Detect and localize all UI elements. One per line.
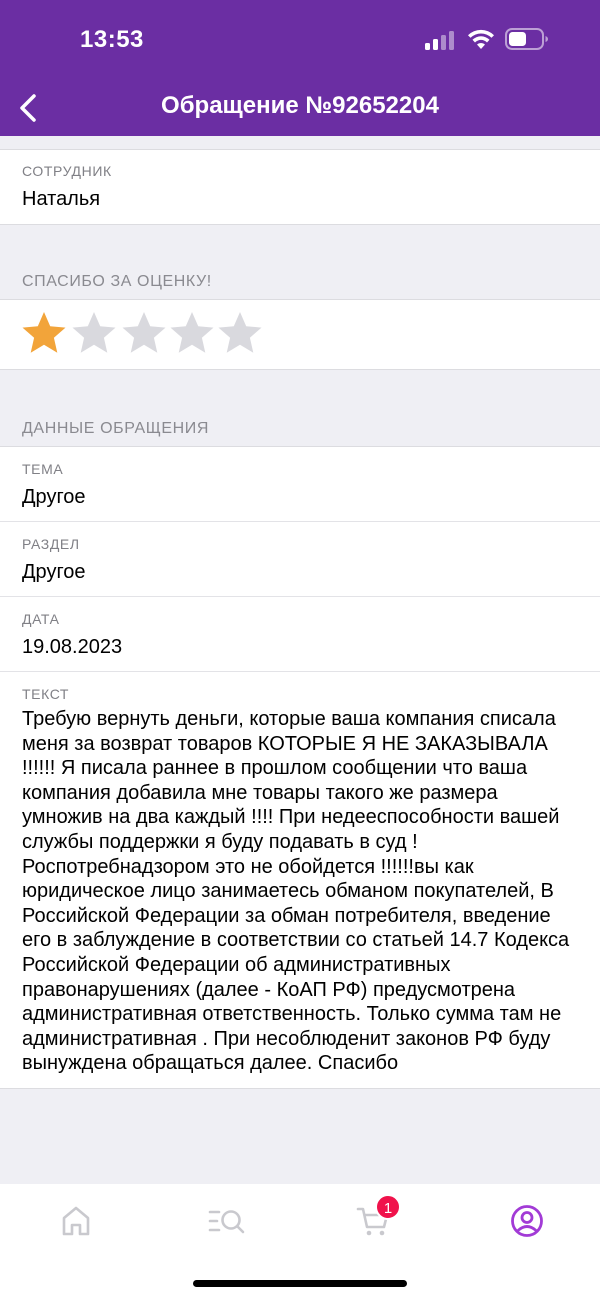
star-icon-2[interactable]	[70, 309, 118, 357]
date-value: 19.08.2023	[22, 636, 123, 658]
section-label: РАЗДЕЛ	[22, 536, 80, 552]
tab-profile[interactable]	[490, 1200, 560, 1270]
status-bar: 13:53	[0, 0, 600, 80]
star-icon-5[interactable]	[216, 309, 264, 357]
status-time: 13:53	[80, 26, 144, 53]
request-data-block: ТЕМА Другое РАЗДЕЛ Другое ДАТА 19.08.202…	[0, 447, 600, 1089]
star-icon-1[interactable]	[20, 309, 68, 357]
request-data-header: ДАННЫЕ ОБРАЩЕНИЯ	[0, 420, 600, 447]
battery-icon	[505, 28, 548, 50]
tab-home[interactable]	[40, 1200, 110, 1270]
topic-label: ТЕМА	[22, 461, 64, 477]
employee-label: СОТРУДНИК	[22, 163, 112, 179]
page-title: Обращение №92652204	[161, 92, 439, 119]
rating-stars	[0, 300, 600, 370]
home-indicator[interactable]	[193, 1280, 407, 1287]
star-icon-3[interactable]	[120, 309, 168, 357]
rating-header: СПАСИБО ЗА ОЦЕНКУ!	[0, 273, 600, 300]
top-divider	[0, 136, 600, 150]
text-label: ТЕКСТ	[22, 686, 70, 702]
wifi-icon	[468, 29, 494, 49]
employee-block: СОТРУДНИК Наталья	[0, 150, 600, 225]
section-value: Другое	[22, 561, 86, 583]
profile-icon	[511, 1205, 543, 1237]
date-label: ДАТА	[22, 611, 60, 627]
employee-value: Наталья	[22, 188, 101, 210]
cellular-signal-icon	[425, 30, 457, 50]
cart-badge: 1	[375, 1194, 401, 1220]
home-icon	[62, 1206, 90, 1236]
tab-catalog[interactable]	[188, 1200, 258, 1270]
navigation-bar: Обращение №92652204	[0, 80, 600, 136]
request-details: СОТРУДНИК Наталья СПАСИБО ЗА ОЦЕНКУ! ДАН…	[0, 136, 600, 1089]
topic-value: Другое	[22, 486, 86, 508]
app-header: 13:53 Обращение №92652204	[0, 0, 600, 136]
text-value: Требую вернуть деньги, которые ваша комп…	[22, 708, 570, 1075]
star-icon-4[interactable]	[168, 309, 216, 357]
catalog-search-icon	[208, 1210, 245, 1234]
